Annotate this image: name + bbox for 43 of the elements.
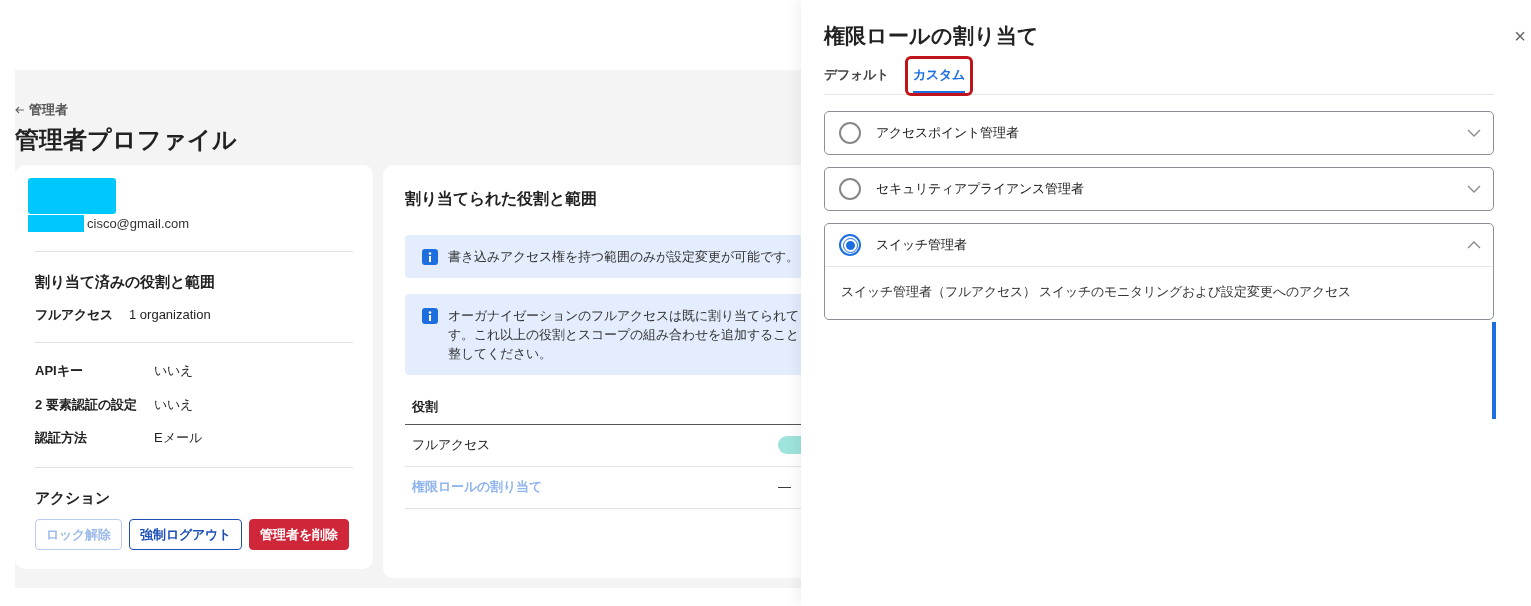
close-button[interactable]: × (1514, 20, 1526, 51)
role-label: フルアクセス (35, 305, 114, 324)
chevron-down-icon (1467, 129, 1481, 137)
detail-value: いいえ (154, 395, 193, 414)
role-option[interactable]: スイッチ管理者 スイッチ管理者（フルアクセス） スイッチのモニタリングおよび設定変更へのアクセス (824, 223, 1494, 320)
tab[interactable]: デフォルト (824, 58, 889, 94)
detail-label: 2 要素認証の設定 (35, 395, 138, 414)
info-icon (422, 248, 438, 265)
section-heading: アクション (35, 487, 111, 508)
option-label: セキュリティアプライアンス管理者 (876, 180, 1085, 199)
breadcrumb-link[interactable]: 管理者 (15, 100, 801, 120)
column-header: 役割 (412, 398, 438, 417)
table-cell: フルアクセス (412, 437, 490, 453)
detail-value: Eメール (154, 429, 202, 447)
option-label: スイッチ管理者 (876, 236, 968, 255)
tab[interactable]: カスタム (913, 58, 965, 94)
radio-button[interactable] (839, 234, 861, 256)
radio-button[interactable] (839, 178, 861, 200)
option-description: スイッチ管理者（フルアクセス） スイッチのモニタリングおよび設定変更へのアクセス (841, 285, 1352, 299)
radio-button[interactable] (839, 122, 861, 144)
notice-text: オーガナイゼーションのフルアクセスは既に割り当てられて (448, 306, 799, 325)
role-value: 1 organization (129, 305, 211, 324)
detail-label: 認証方法 (35, 429, 88, 447)
notice-text: 整してください。 (448, 344, 553, 363)
detail-value: いいえ (154, 362, 193, 380)
info-icon (422, 307, 438, 324)
action-button[interactable]: 管理者を削除 (249, 519, 349, 550)
role-option[interactable]: アクセスポイント管理者 (824, 111, 1494, 155)
email-text: cisco@gmail.com (87, 214, 190, 233)
detail-label: APIキー (35, 362, 84, 380)
chevron-up-icon (1467, 241, 1481, 249)
card-title: 割り当てられた役割と範囲 (405, 188, 598, 209)
chevron-down-icon (1467, 185, 1481, 193)
back-arrow-icon (15, 105, 25, 114)
page-title: 管理者プロファイル (15, 124, 238, 155)
option-label: アクセスポイント管理者 (876, 124, 1020, 143)
section-heading: 割り当て済みの役割と範囲 (35, 272, 216, 292)
notice-text: す。これ以上の役割とスコープの組み合わせを追加すること (448, 325, 799, 344)
role-option[interactable]: セキュリティアプライアンス管理者 (824, 167, 1494, 211)
table-cell-text: — (778, 478, 791, 497)
action-button[interactable]: 強制ログアウト (129, 519, 242, 550)
drawer-title: 権限ロールの割り当て (824, 23, 1039, 49)
notice-text: 書き込みアクセス権を持つ範囲のみが設定変更が可能です。 (448, 247, 799, 266)
